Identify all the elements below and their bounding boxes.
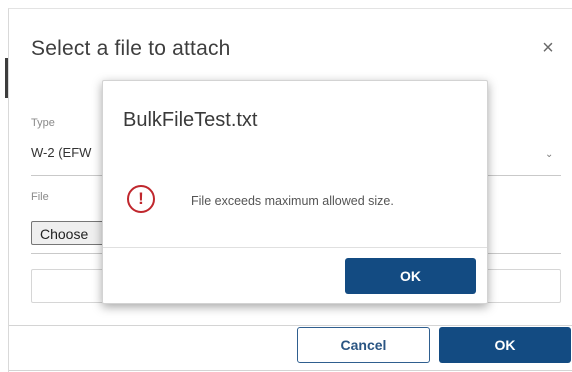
close-icon[interactable]: × [539,38,557,58]
file-label: File [31,191,49,203]
type-select[interactable]: W-2 (EFW [31,145,91,160]
alert-ok-button[interactable]: OK [345,258,476,294]
chevron-down-icon[interactable]: ⌄ [545,149,553,160]
alert-message: File exceeds maximum allowed size. [191,194,394,208]
choose-file-button[interactable]: Choose [31,221,111,245]
footer-divider [9,325,572,326]
ok-button[interactable]: OK [439,327,571,363]
cancel-button[interactable]: Cancel [297,327,430,363]
error-alert-dialog: BulkFileTest.txt ! File exceeds maximum … [102,80,488,304]
alert-title: BulkFileTest.txt [123,109,258,131]
alert-divider [103,247,487,248]
dialog-title: Select a file to attach [31,37,231,60]
background-page-edge [0,0,8,371]
error-circle-icon: ! [127,185,155,213]
type-label: Type [31,117,55,129]
